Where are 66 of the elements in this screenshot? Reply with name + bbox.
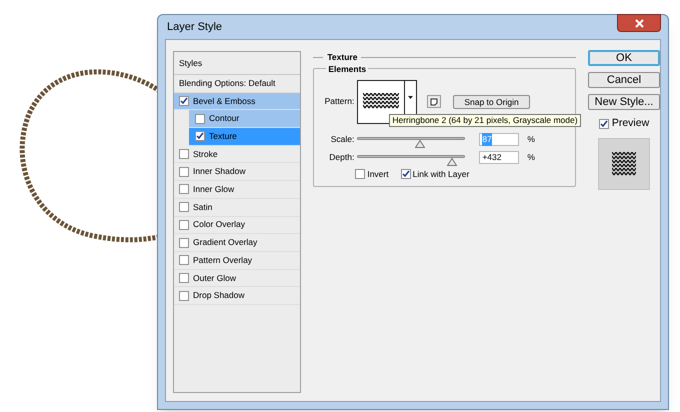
style-label: Texture	[209, 130, 237, 143]
checkbox[interactable]	[400, 168, 411, 179]
check-icon	[600, 120, 608, 128]
dialog-button[interactable]: OK	[588, 50, 660, 66]
close-icon	[634, 18, 644, 28]
option-label: Invert	[367, 168, 389, 180]
checkbox[interactable]	[179, 272, 189, 283]
pattern-swatch	[612, 152, 636, 176]
tooltip: Herringbone 2 (64 by 21 pixels, Grayscale mode)	[389, 114, 581, 127]
value-text: +432	[482, 151, 502, 164]
style-label: Stroke	[193, 148, 218, 160]
checkbox[interactable]	[195, 131, 205, 142]
style-label: Inner Shadow	[193, 165, 246, 178]
value-text: 87	[482, 133, 492, 146]
style-label: Blending Options: Default	[179, 76, 276, 90]
checkbox[interactable]	[179, 238, 189, 248]
style-label: Contour	[209, 112, 240, 126]
close-button[interactable]	[617, 14, 661, 32]
window-title: Layer Style	[167, 20, 222, 35]
style-label: Pattern Overlay	[193, 254, 252, 267]
style-item[interactable]: Color Overlay	[174, 216, 300, 234]
pattern-label: Pattern:	[324, 95, 354, 108]
checkbox[interactable]	[598, 118, 609, 129]
snap-to-origin-button[interactable]: Snap to Origin	[453, 94, 530, 108]
value-field[interactable]: +432	[479, 151, 520, 164]
checkbox[interactable]	[355, 168, 366, 179]
checkbox[interactable]	[179, 166, 189, 177]
style-label: Outer Glow	[193, 272, 236, 284]
checkbox[interactable]	[179, 220, 189, 230]
style-label: Drop Shadow	[193, 289, 245, 302]
style-item[interactable]: Bevel & Emboss	[174, 92, 300, 110]
dialog-button[interactable]: Cancel	[588, 72, 660, 88]
style-label: Gradient Overlay	[193, 236, 258, 249]
style-label: Inner Glow	[193, 183, 234, 196]
checkbox[interactable]	[195, 114, 205, 124]
slider-track[interactable]	[357, 154, 466, 166]
option-label: Link with Layer	[412, 168, 470, 180]
style-label: Color Overlay	[193, 218, 245, 232]
style-item[interactable]: Texture	[189, 128, 300, 146]
checkbox[interactable]	[179, 202, 189, 212]
style-item[interactable]: Contour	[189, 110, 300, 128]
checkbox[interactable]	[179, 96, 189, 106]
check-icon	[180, 97, 188, 106]
dialog-button[interactable]: New Style...	[588, 94, 660, 110]
checkbox[interactable]	[179, 255, 189, 266]
check-icon	[402, 170, 410, 178]
checkbox[interactable]	[179, 290, 189, 301]
unit-label: %	[527, 133, 535, 146]
caret-icon	[408, 96, 414, 100]
style-item[interactable]: Inner Glow	[174, 181, 300, 199]
pattern-swatch	[363, 92, 400, 110]
slider-track[interactable]	[357, 136, 466, 148]
section-title: Texture	[327, 51, 358, 64]
style-item[interactable]: Outer Glow	[174, 270, 300, 288]
checkbox[interactable]	[179, 184, 189, 194]
check-icon	[196, 132, 204, 140]
slider-label: Scale:	[330, 133, 354, 146]
style-label: Satin	[193, 200, 212, 214]
group-title: Elements	[326, 62, 368, 76]
unit-label: %	[527, 151, 535, 164]
page-icon	[430, 98, 438, 106]
new-preset-button[interactable]	[427, 95, 442, 108]
style-label: Bevel & Emboss	[193, 94, 256, 108]
checkbox[interactable]	[179, 149, 189, 160]
slider-label: Depth:	[328, 151, 354, 164]
preview-label: Preview	[612, 116, 650, 131]
